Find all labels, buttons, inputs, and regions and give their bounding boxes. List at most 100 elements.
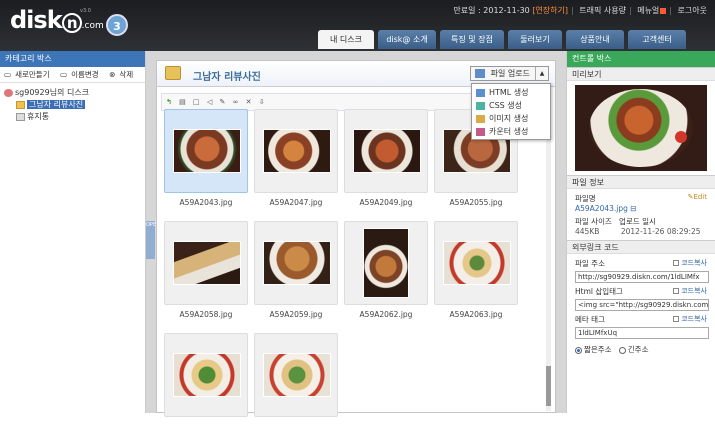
logo-text: disk [10,6,63,34]
list-view-icon[interactable]: ▤ [179,94,186,110]
file-photo [363,228,409,298]
tree-trash[interactable]: 휴지통 [4,111,141,123]
file-thumb [254,109,338,193]
file-item[interactable]: A59A2043.jpg [164,109,248,217]
file-item[interactable]: A59A2049.jpg [344,109,428,217]
expire-date: 만료일 : 2012-11-30 [453,6,530,15]
copy-icon [673,288,680,294]
extend-link[interactable]: [연장하기] [532,6,568,15]
filename-row: 파일명 ✎Edit [575,193,707,203]
edit-icon[interactable]: ✎ [219,94,225,110]
menu-item-image[interactable]: 이미지 생성 [472,112,550,125]
file-name: A59A2063.jpg [449,310,503,319]
file-thumb [164,221,248,305]
address-type-radios: 짧은주소 긴주소 [567,344,715,355]
copy-html-tag-button[interactable]: 코드복사 [673,286,707,296]
new-dot-icon [660,7,667,14]
file-item[interactable] [164,333,248,441]
file-thumb [164,333,248,417]
link-icon[interactable]: ∞ [233,94,239,110]
control-header: 컨트롤 박스 [567,51,715,67]
file-address-label: 파일 주소 코드복사 [575,258,707,268]
tab-features[interactable]: 특징 및 장점 [440,30,504,49]
full-address-radio[interactable]: 긴주소 [618,345,648,354]
tree-folder[interactable]: 그남자 리뷰사진 [4,99,141,111]
sound-icon[interactable]: ◁ [207,94,212,110]
trash-icon [16,112,25,121]
preview-plate [589,89,693,167]
file-item[interactable]: A59A2063.jpg [434,221,518,329]
meta-tag-label: 메타 태그 코드복사 [575,314,707,324]
traffic-link[interactable]: 트래픽 사용량 [579,6,626,15]
file-item[interactable]: A59A2059.jpg [254,221,338,329]
file-photo [173,129,241,173]
up-folder-icon[interactable]: ↰ [166,94,172,110]
logo-suffix: .com [81,21,104,31]
file-address-field[interactable]: http://sg90929.diskn.com/1ldLIMfx [575,271,709,283]
new-folder-icon: ▭ [4,70,12,79]
html-icon [476,88,485,97]
manual-link[interactable]: 메뉴얼 [637,6,659,15]
file-name: A59A2055.jpg [449,198,503,207]
copy-meta-tag-button[interactable]: 코드복사 [673,314,707,324]
tab-products[interactable]: 상품안내 [566,30,624,49]
tab-intro[interactable]: disk@ 소개 [378,30,436,49]
copy-file-address-button[interactable]: 코드복사 [673,258,707,268]
delete-button[interactable]: ⊗ 삭제 [109,70,137,79]
short-address-radio[interactable]: 짧은주소 [575,345,612,354]
rename-icon: ▭ [59,70,68,79]
tree-root[interactable]: sg90929님의 디스크 [4,87,141,99]
file-item[interactable]: A59A2047.jpg [254,109,338,217]
folder-title: 그남자 리뷰사진 [193,72,261,83]
file-item[interactable] [254,333,338,441]
file-thumb [434,221,518,305]
user-icon [4,88,13,97]
menu-item-html[interactable]: HTML 생성 [472,86,550,99]
tab-support[interactable]: 고객센터 [628,30,686,49]
css-icon [476,101,485,110]
cut-icon[interactable]: ✕ [246,94,252,110]
meta-tag-field[interactable]: 1ldLIMfxUq [575,327,709,339]
html-tag-label: Html 삽입태그 코드복사 [575,286,707,296]
file-name: A59A2062.jpg [359,310,413,319]
preview-section-title: 미리보기 [567,67,715,81]
main-tabs: 내 디스크 disk@ 소개 특징 및 장점 둘러보기 상품안내 고객센터 [318,30,686,49]
logout-link[interactable]: 로그아웃 [678,6,707,15]
html-tag-field[interactable]: <img src="http://sg90929.diskn.com [575,299,709,311]
file-photo [263,353,331,397]
filename-value[interactable]: A59A2043.jpg ⊟ [567,204,715,213]
upload-dropdown-menu: HTML 생성 CSS 생성 이미지 생성 카운터 생성 [471,83,551,140]
upload-icon [474,69,485,78]
version-badge: 3 [106,14,128,36]
scrollbar-thumb[interactable] [546,366,551,406]
file-name: A59A2059.jpg [269,310,323,319]
image-icon [476,114,485,123]
rename-button[interactable]: ▭ 이름변경 [60,70,103,79]
open-panel-toggle[interactable]: OPEN [146,221,160,259]
logo-version: v3.0 [80,8,91,14]
file-item[interactable]: A59A2062.jpg [344,221,428,329]
download-icon[interactable]: ⇩ [259,94,265,110]
edit-button[interactable]: ✎Edit [688,193,707,201]
file-photo [263,241,331,285]
file-name: A59A2049.jpg [359,198,413,207]
chevron-up-icon[interactable]: ▲ [535,67,548,80]
folder-icon [165,66,181,80]
new-folder-button[interactable]: ▭ 새로만들기 [4,70,54,79]
file-item[interactable]: A59A2058.jpg [164,221,248,329]
file-thumb [344,109,428,193]
size-date-labels: 파일 사이즈 업로드 일시 [575,217,656,226]
lock-icon: ⊟ [630,204,637,213]
file-photo [353,129,421,173]
file-photo [263,129,331,173]
tab-my-disk[interactable]: 내 디스크 [318,30,374,49]
file-upload-button[interactable]: 파일 업로드 ▲ [469,66,549,81]
thumb-view-icon[interactable]: □ [193,94,200,110]
top-bar: disk n .com v3.0 3 만료일 : 2012-11-30 [연장하기]… [0,0,715,51]
tab-tour[interactable]: 둘러보기 [508,30,562,49]
menu-item-css[interactable]: CSS 생성 [472,99,550,112]
menu-item-counter[interactable]: 카운터 생성 [472,125,550,138]
file-thumb [254,221,338,305]
file-name: A59A2047.jpg [269,198,323,207]
folder-icon [16,100,25,109]
